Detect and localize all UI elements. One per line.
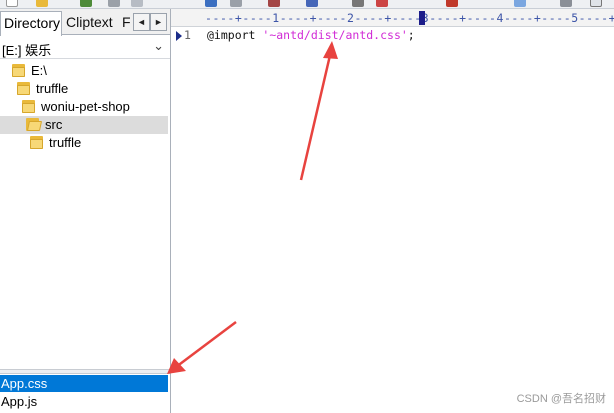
tab-partial[interactable]: F [119, 11, 132, 35]
tree-item-label: E:\ [31, 63, 47, 78]
watermark: CSDN @吾名招财 [516, 393, 606, 405]
tab-partial-label: F [122, 14, 131, 30]
window-icon[interactable] [590, 0, 602, 7]
replace-icon[interactable] [268, 0, 280, 7]
tree-item-truffle-sub[interactable]: truffle [30, 134, 168, 152]
folder-icon [30, 135, 43, 149]
drive-select[interactable]: [E:] 娱乐 ⌄ [0, 37, 170, 59]
tool-icon[interactable] [306, 0, 318, 7]
drive-select-value: [E:] 娱乐 [2, 43, 52, 58]
file-item-app-css[interactable]: App.css [0, 375, 168, 392]
save-icon[interactable] [80, 0, 92, 7]
find-icon[interactable] [230, 0, 242, 7]
column-ruler: ----+----1----+----2----+----3----+----4… [171, 9, 614, 27]
folder-icon [22, 99, 35, 113]
tree-item-label: truffle [49, 135, 82, 150]
current-line-marker-icon [176, 31, 182, 41]
toolbar [0, 0, 614, 9]
code-line[interactable]: @import '~antd/dist/antd.css'; [207, 28, 415, 42]
tab-scroll-left-button[interactable]: ◄ [133, 13, 150, 31]
tab-cliptext[interactable]: Cliptext [63, 11, 119, 35]
folder-icon [12, 63, 25, 77]
tab-scroll-right-button[interactable]: ► [150, 13, 167, 31]
tab-directory-label: Directory [4, 15, 61, 31]
settings-icon[interactable] [560, 0, 572, 7]
tree-item-label: woniu-pet-shop [41, 99, 130, 114]
macro-icon[interactable] [376, 0, 388, 7]
tree-item-src[interactable]: src [0, 116, 168, 134]
tree-item-label: truffle [36, 81, 69, 96]
code-terminator: ; [407, 28, 415, 42]
ruler-cursor-marker [419, 11, 425, 25]
code-keyword: @import [207, 28, 263, 42]
print-icon[interactable] [108, 0, 120, 7]
copy-icon[interactable] [131, 0, 143, 7]
panel-tab-strip: Directory Cliptext F ◄ ► [0, 9, 170, 36]
tab-directory[interactable]: Directory [0, 11, 62, 36]
font-icon[interactable] [446, 0, 458, 7]
left-panel: Directory Cliptext F ◄ ► [E:] 娱乐 ⌄ E:\ t… [0, 9, 171, 413]
new-file-icon[interactable] [6, 0, 18, 7]
open-folder-icon [26, 117, 43, 131]
paste-icon[interactable] [205, 0, 217, 7]
tree-item-root[interactable]: E:\ [12, 62, 162, 80]
tree-item-truffle[interactable]: truffle [17, 80, 167, 98]
folder-icon [17, 81, 30, 95]
file-item-app-js[interactable]: App.js [0, 393, 168, 410]
tab-cliptext-label: Cliptext [66, 14, 113, 30]
chevron-down-icon[interactable]: ⌄ [153, 38, 164, 54]
panel-splitter[interactable] [0, 369, 170, 374]
open-folder-icon[interactable] [36, 0, 48, 7]
tree-item-woniu-pet-shop[interactable]: woniu-pet-shop [22, 98, 170, 116]
spell-icon[interactable] [352, 0, 364, 7]
wrap-icon[interactable] [514, 0, 526, 7]
tree-item-label: src [45, 117, 63, 132]
editor-pane[interactable]: ----+----1----+----2----+----3----+----4… [171, 9, 614, 413]
ruler-text: ----+----1----+----2----+----3----+----4… [205, 11, 614, 25]
code-string: '~antd/dist/antd.css' [262, 28, 408, 42]
line-number: 1 [184, 28, 191, 42]
